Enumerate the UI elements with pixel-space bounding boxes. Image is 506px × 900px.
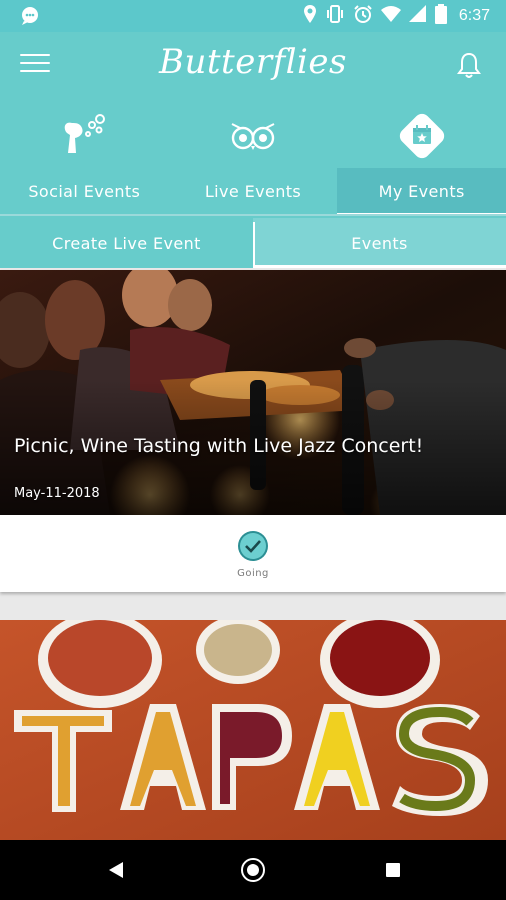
tab-divider — [0, 214, 506, 216]
calendar-star-icon[interactable] — [392, 108, 452, 164]
event-card[interactable] — [0, 620, 506, 840]
sub-tab-separator — [253, 222, 255, 266]
home-icon[interactable] — [239, 858, 267, 882]
battery-icon — [434, 4, 447, 28]
tab-my-events[interactable]: My Events — [337, 168, 506, 216]
owl-icon[interactable] — [223, 108, 283, 164]
app-header: Butterflies Social Events Live Events My… — [0, 32, 506, 268]
app-title: Butterflies — [159, 42, 347, 82]
signal-icon — [408, 5, 427, 27]
tab-live-events[interactable]: Live Events — [169, 168, 338, 214]
tab-social-events[interactable]: Social Events — [0, 168, 169, 214]
social-events-icon[interactable] — [54, 108, 114, 164]
status-bar: 6:37 — [0, 0, 506, 32]
bell-icon[interactable] — [454, 50, 484, 80]
event-image[interactable] — [0, 620, 506, 840]
wifi-icon — [380, 5, 401, 27]
going-status: Going — [0, 530, 506, 586]
alarm-icon — [353, 4, 373, 28]
check-icon[interactable] — [237, 530, 269, 562]
system-nav-bar — [0, 840, 506, 900]
top-tab-bar: Social Events Live Events My Events — [0, 168, 506, 216]
location-icon — [303, 4, 317, 28]
recents-icon[interactable] — [379, 858, 407, 882]
event-image[interactable]: Picnic, Wine Tasting with Live Jazz Conc… — [0, 270, 506, 515]
tab-create-live-event[interactable]: Create Live Event — [0, 218, 253, 268]
chat-bubble-icon — [20, 6, 40, 30]
event-title: Picnic, Wine Tasting with Live Jazz Conc… — [14, 435, 424, 457]
event-date: May-11-2018 — [14, 486, 100, 501]
back-icon[interactable] — [102, 858, 130, 882]
tab-events[interactable]: Events — [253, 218, 506, 268]
going-label: Going — [237, 568, 269, 579]
status-time: 6:37 — [458, 7, 490, 24]
vibrate-icon — [325, 4, 345, 28]
event-card[interactable]: Picnic, Wine Tasting with Live Jazz Conc… — [0, 270, 506, 592]
